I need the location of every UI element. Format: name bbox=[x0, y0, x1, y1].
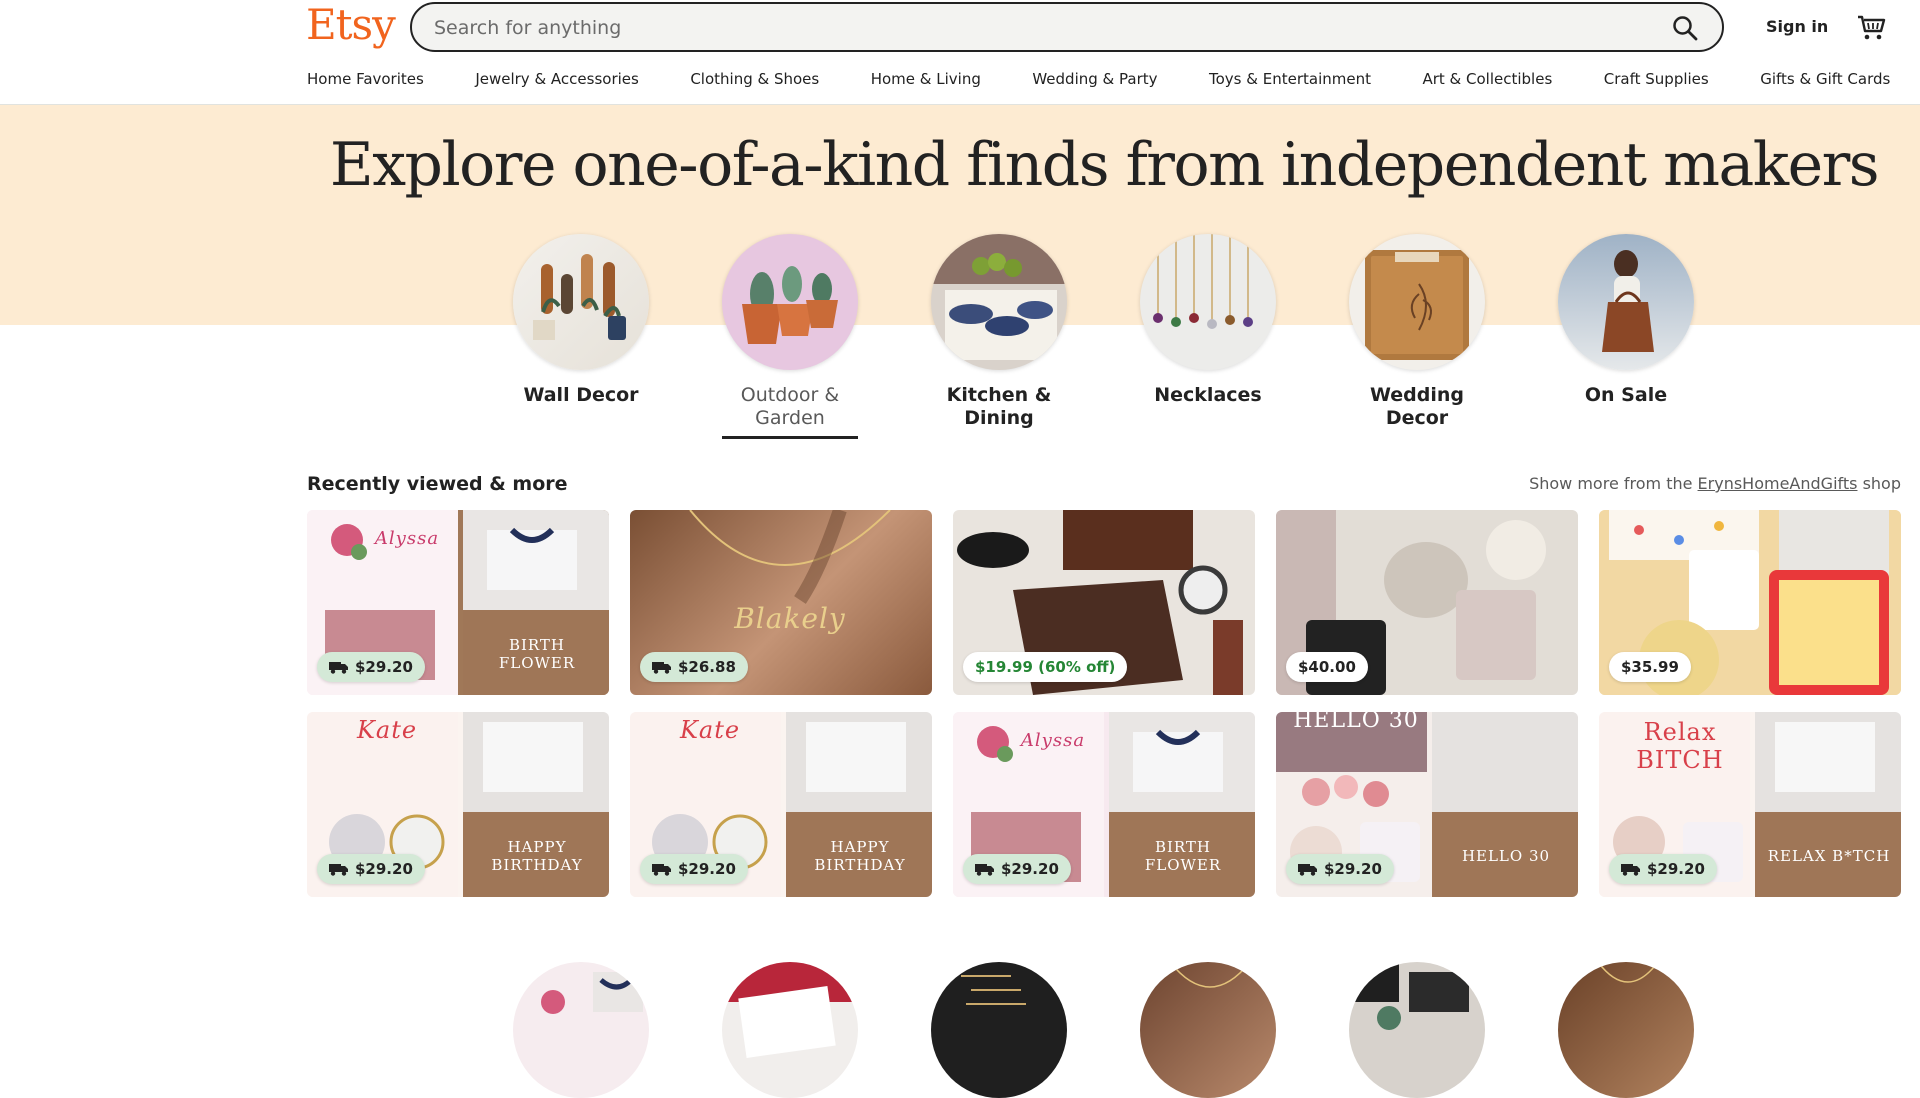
truck-icon bbox=[329, 864, 348, 876]
overlay-name: Alyssa bbox=[1020, 730, 1086, 751]
price-badge: $29.20 bbox=[640, 854, 748, 884]
price-text: $29.20 bbox=[678, 860, 736, 878]
nav-toys-entertainment[interactable]: Toys & Entertainment bbox=[1209, 70, 1371, 94]
truck-icon bbox=[975, 864, 994, 876]
price-text: $29.20 bbox=[355, 658, 413, 676]
listing-card[interactable]: Blakely $26.88 bbox=[630, 510, 932, 695]
truck-icon bbox=[329, 662, 348, 674]
category-label: Wedding Decor bbox=[1369, 384, 1464, 429]
nav-clothing-shoes[interactable]: Clothing & Shoes bbox=[690, 70, 819, 94]
price-text: $19.99 (60% off) bbox=[975, 658, 1116, 676]
price-badge: $29.20 bbox=[1286, 854, 1394, 884]
hero-title: Explore one-of-a-kind finds from indepen… bbox=[329, 130, 1880, 200]
price-badge: $35.99 bbox=[1609, 652, 1691, 682]
category-image bbox=[513, 234, 649, 370]
category-wedding-decor[interactable]: Wedding Decor bbox=[1337, 234, 1497, 430]
overlay-label: BIRTH FLOWER bbox=[498, 636, 576, 672]
listing-card[interactable]: $35.99 bbox=[1599, 510, 1901, 695]
category-label: On Sale bbox=[1584, 384, 1668, 406]
bottom-item-image[interactable] bbox=[1349, 962, 1485, 1098]
listing-card[interactable]: Alyssa BIRTH FLOWER $29.20 bbox=[953, 712, 1255, 897]
category-nav: Home Favorites Jewelry & Accessories Clo… bbox=[307, 70, 1890, 94]
price-text: $35.99 bbox=[1621, 658, 1679, 676]
overlay-label: BIRTH FLOWER bbox=[1144, 838, 1222, 874]
price-badge: $40.00 bbox=[1286, 652, 1368, 682]
listing-card[interactable]: HELLO 30 HELLO 30 $29.20 bbox=[1276, 712, 1578, 897]
nav-home-favorites[interactable]: Home Favorites bbox=[307, 70, 424, 94]
category-label: Wall Decor bbox=[523, 384, 639, 406]
price-text: $29.20 bbox=[355, 860, 413, 878]
price-badge: $26.88 bbox=[640, 652, 748, 682]
category-wall-decor[interactable]: Wall Decor bbox=[501, 234, 661, 407]
nav-art-collectibles[interactable]: Art & Collectibles bbox=[1422, 70, 1552, 94]
price-badge: $29.20 bbox=[1609, 854, 1717, 884]
show-more-suffix: shop bbox=[1862, 474, 1901, 493]
price-text: $40.00 bbox=[1298, 658, 1356, 676]
overlay-label: HAPPY BIRTHDAY bbox=[491, 838, 583, 874]
site-header: Etsy Sign in Home Favorites Jewelry & Ac… bbox=[0, 0, 1920, 105]
overlay-label: RELAX B*TCH bbox=[1767, 847, 1891, 865]
category-image bbox=[1140, 234, 1276, 370]
show-more-shop: Show more from the ErynsHomeAndGifts sho… bbox=[1529, 474, 1901, 493]
price-text: $29.20 bbox=[1324, 860, 1382, 878]
listing-card[interactable]: BIRTH FLOWER Alyssa $29.20 bbox=[307, 510, 609, 695]
category-image bbox=[1349, 234, 1485, 370]
overlay-name: Blakely bbox=[734, 602, 846, 635]
category-outdoor-garden[interactable]: Outdoor & Garden bbox=[710, 234, 870, 439]
price-badge: $29.20 bbox=[963, 854, 1071, 884]
bottom-item-image[interactable] bbox=[1140, 962, 1276, 1098]
show-more-prefix: Show more from the bbox=[1529, 474, 1693, 493]
price-badge: $29.20 bbox=[317, 652, 425, 682]
nav-jewelry-accessories[interactable]: Jewelry & Accessories bbox=[475, 70, 639, 94]
overlay-name: HELLO 30 bbox=[1293, 712, 1419, 733]
listing-card[interactable]: $19.99 (60% off) bbox=[953, 510, 1255, 695]
bottom-item-image[interactable] bbox=[513, 962, 649, 1098]
overlay-name: Kate bbox=[679, 716, 741, 744]
price-badge: $19.99 (60% off) bbox=[963, 652, 1128, 682]
overlay-label: HAPPY BIRTHDAY bbox=[814, 838, 906, 874]
recently-viewed-title: Recently viewed & more bbox=[307, 473, 568, 495]
search-bar[interactable] bbox=[410, 2, 1724, 52]
bottom-item-image[interactable] bbox=[1558, 962, 1694, 1098]
search-icon[interactable] bbox=[1672, 15, 1698, 41]
truck-icon bbox=[1298, 864, 1317, 876]
category-necklaces[interactable]: Necklaces bbox=[1128, 234, 1288, 407]
category-label: Kitchen & Dining bbox=[946, 384, 1052, 429]
category-image bbox=[1558, 234, 1694, 370]
sign-in-link[interactable]: Sign in bbox=[1766, 17, 1828, 36]
overlay-name: Alyssa bbox=[374, 528, 440, 549]
nav-wedding-party[interactable]: Wedding & Party bbox=[1032, 70, 1157, 94]
listing-card[interactable]: Kate HAPPY BIRTHDAY $29.20 bbox=[307, 712, 609, 897]
price-text: $29.20 bbox=[1001, 860, 1059, 878]
price-text: $26.88 bbox=[678, 658, 736, 676]
shop-link[interactable]: ErynsHomeAndGifts bbox=[1698, 474, 1858, 493]
truck-icon bbox=[652, 864, 671, 876]
overlay-name: Kate bbox=[356, 716, 418, 744]
category-label: Outdoor & Garden bbox=[740, 384, 840, 429]
etsy-logo[interactable]: Etsy bbox=[306, 0, 396, 49]
listing-card[interactable]: Kate HAPPY BIRTHDAY $29.20 bbox=[630, 712, 932, 897]
category-label: Necklaces bbox=[1154, 384, 1262, 406]
overlay-label: HELLO 30 bbox=[1461, 847, 1551, 865]
category-image bbox=[931, 234, 1067, 370]
active-underline bbox=[722, 436, 858, 439]
search-input[interactable] bbox=[432, 4, 1616, 52]
nav-craft-supplies[interactable]: Craft Supplies bbox=[1604, 70, 1709, 94]
truck-icon bbox=[652, 662, 671, 674]
truck-icon bbox=[1621, 864, 1640, 876]
listing-card[interactable]: Relax BITCH RELAX B*TCH $29.20 bbox=[1599, 712, 1901, 897]
overlay-name: Relax BITCH bbox=[1636, 718, 1724, 774]
bottom-item-image[interactable] bbox=[931, 962, 1067, 1098]
category-image bbox=[722, 234, 858, 370]
price-badge: $29.20 bbox=[317, 854, 425, 884]
category-kitchen-dining[interactable]: Kitchen & Dining bbox=[919, 234, 1079, 430]
nav-home-living[interactable]: Home & Living bbox=[871, 70, 981, 94]
listing-card[interactable]: $40.00 bbox=[1276, 510, 1578, 695]
category-on-sale[interactable]: On Sale bbox=[1546, 234, 1706, 407]
bottom-item-image[interactable] bbox=[722, 962, 858, 1098]
nav-gifts-gift-cards[interactable]: Gifts & Gift Cards bbox=[1760, 70, 1890, 94]
cart-icon[interactable] bbox=[1856, 13, 1886, 41]
price-text: $29.20 bbox=[1647, 860, 1705, 878]
